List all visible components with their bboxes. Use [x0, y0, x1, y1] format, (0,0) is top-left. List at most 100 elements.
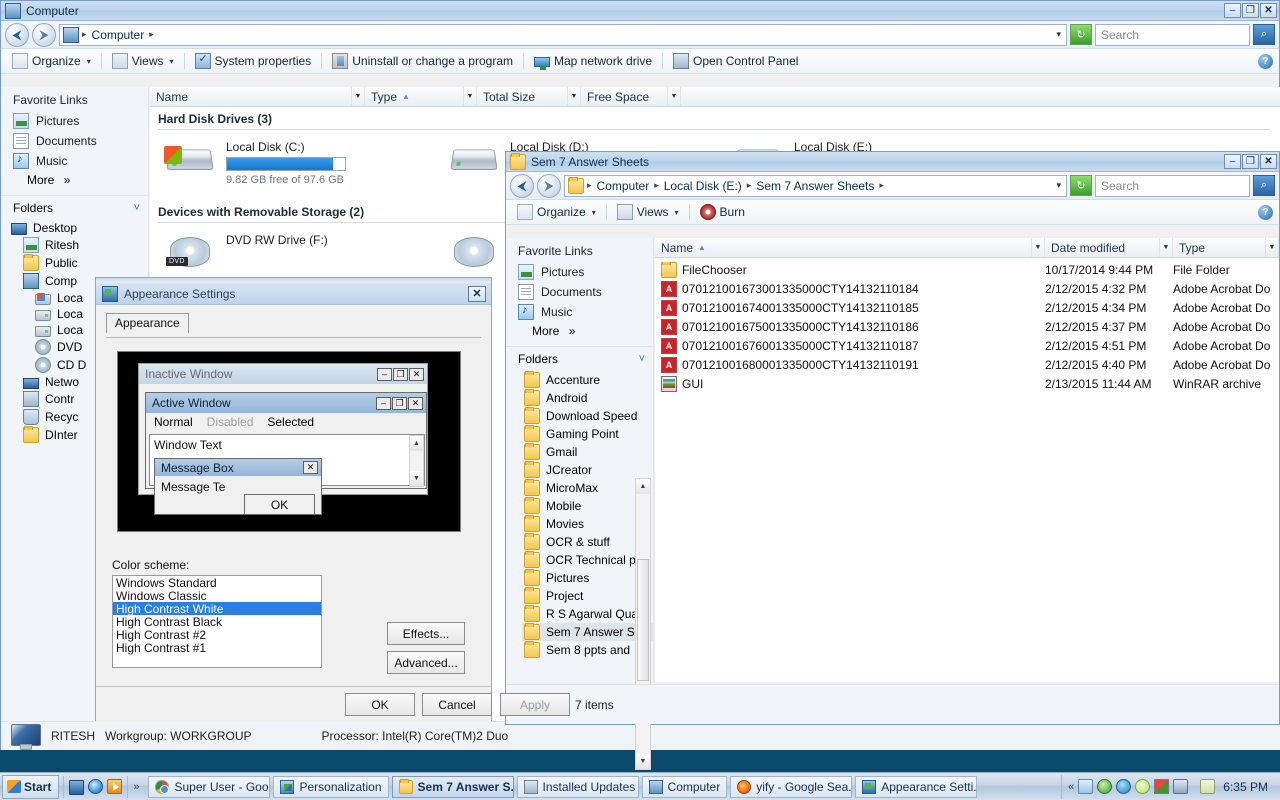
tray-icon-3[interactable] [1116, 779, 1132, 794]
uninstall-program-button[interactable]: Uninstall or change a program [327, 51, 518, 71]
sem7-navigation-pane[interactable]: Favorite Links Pictures Documents Music … [506, 238, 654, 770]
organize-button[interactable]: Organize ▾ [512, 202, 601, 222]
tree-item-accenture[interactable]: Accenture [522, 371, 653, 389]
show-desktop-icon[interactable] [69, 779, 85, 795]
appearance-settings-dialog[interactable]: Appearance Settings ✕ Appearance Inactiv… [95, 277, 570, 722]
table-row[interactable]: 070121001673001335000CTY14132110184 2/12/… [655, 279, 1279, 298]
favorite-link-music[interactable]: Music [1, 151, 148, 171]
effects-button[interactable]: Effects... [387, 622, 465, 645]
column-dropdown-icon[interactable]: ▼ [1265, 238, 1278, 257]
color-scheme-option[interactable]: High Contrast White [113, 602, 321, 616]
column-header-type[interactable]: Type ▲ ▼ [365, 87, 477, 106]
help-icon[interactable]: ? [1258, 204, 1273, 220]
favorite-link-pictures[interactable]: Pictures [506, 262, 653, 282]
tree-item-android[interactable]: Android [522, 389, 653, 407]
minimize-button[interactable]: – [1224, 154, 1241, 169]
column-dropdown-icon[interactable]: ▼ [463, 87, 476, 106]
breadcrumb-dropdown-icon[interactable]: ▾ [1056, 180, 1063, 191]
views-button[interactable]: Views ▾ [612, 202, 684, 222]
back-button[interactable]: ⮜ [510, 173, 534, 198]
appearance-tabstrip[interactable]: Appearance [96, 313, 491, 333]
tree-item-gmail[interactable]: Gmail [522, 443, 653, 461]
breadcrumb-item-local-disk-e[interactable]: Local Disk (E:) [662, 178, 744, 194]
tray-icon-2[interactable] [1097, 779, 1113, 794]
sem7-explorer-window[interactable]: Sem 7 Answer Sheets – ❐ ✕ ⮜ ⮞ ▸ Computer… [505, 151, 1280, 770]
organize-button[interactable]: Organize ▾ [7, 51, 96, 71]
tree-item-r-s-agarwal-qua[interactable]: R S Agarwal Qua [522, 605, 653, 623]
column-dropdown-icon[interactable]: ▼ [567, 87, 580, 106]
restore-button[interactable]: ❐ [1242, 154, 1259, 169]
breadcrumb-item-computer[interactable]: Computer [595, 178, 652, 194]
favorite-link-documents[interactable]: Documents [506, 282, 653, 302]
taskbar-clock[interactable]: 6:35 PM [1219, 780, 1274, 794]
column-dropdown-icon[interactable]: ▼ [351, 87, 364, 106]
refresh-icon[interactable]: ↻ [1070, 24, 1092, 45]
start-button[interactable]: Start [2, 774, 60, 799]
computer-window-titlebar[interactable]: Computer – ❐ ✕ [1, 1, 1279, 21]
column-header-free-space[interactable]: Free Space ▼ [581, 87, 681, 106]
cancel-button[interactable]: Cancel [422, 693, 492, 716]
color-scheme-option[interactable]: High Contrast #1 [113, 641, 321, 655]
color-scheme-option[interactable]: High Contrast Black [113, 615, 321, 629]
column-dropdown-icon[interactable]: ▼ [1159, 238, 1172, 257]
quick-launch-bar[interactable] [63, 775, 129, 798]
sem7-tree-scrollbar[interactable]: ▲ ▼ [635, 478, 651, 770]
tray-icon-7[interactable] [1200, 779, 1216, 794]
sem7-column-headers[interactable]: Name ▲ ▼ Date modified ▼ Type ▼ [655, 238, 1279, 258]
tree-item-ocr-stuff[interactable]: OCR & stuff [522, 533, 653, 551]
close-button[interactable]: ✕ [1260, 3, 1277, 18]
tree-item-ritesh[interactable]: Ritesh [7, 236, 148, 254]
tree-item-sem-7-answer-sh[interactable]: Sem 7 Answer Sh [522, 623, 653, 641]
drive-tile[interactable]: Local Disk (C:) 9.82 GB free of 97.6 GB [164, 138, 386, 186]
open-control-panel-button[interactable]: Open Control Panel [668, 51, 803, 71]
tray-icon-5[interactable] [1154, 779, 1170, 794]
system-tray[interactable]: « 6:35 PM [1061, 774, 1280, 799]
favorite-link-music[interactable]: Music [506, 302, 653, 322]
advanced-button[interactable]: Advanced... [387, 651, 465, 674]
tree-item-desktop[interactable]: Desktop [7, 220, 148, 236]
tray-icon-4[interactable] [1135, 779, 1151, 794]
back-button[interactable]: ⮜ [5, 22, 29, 47]
computer-toolbar[interactable]: Organize ▾ Views ▾ System properties Uni… [1, 49, 1279, 74]
tree-item-sem-8-ppts-and[interactable]: Sem 8 ppts and [522, 641, 653, 659]
tree-item-movies[interactable]: Movies [522, 515, 653, 533]
breadcrumb-item-computer[interactable]: Computer [90, 27, 147, 43]
tray-icon-6[interactable] [1173, 779, 1189, 794]
taskbar-button-sem-7-answer-s[interactable]: Sem 7 Answer S... [391, 775, 514, 798]
taskbar[interactable]: Start » Super User - Goo... Personalizati… [0, 772, 1280, 800]
views-button[interactable]: Views ▾ [107, 51, 179, 71]
table-row[interactable]: 070121001675001335000CTY14132110186 2/12/… [655, 317, 1279, 336]
sem7-file-list[interactable]: Name ▲ ▼ Date modified ▼ Type ▼ FileChooser 10/… [655, 238, 1279, 682]
tree-item-jcreator[interactable]: JCreator [522, 461, 653, 479]
sem7-window-titlebar[interactable]: Sem 7 Answer Sheets – ❐ ✕ [506, 152, 1279, 172]
close-button[interactable]: ✕ [468, 285, 486, 302]
column-header-name[interactable]: Name ▼ [150, 87, 365, 106]
color-scheme-option[interactable]: High Contrast #2 [113, 628, 321, 642]
color-scheme-option[interactable]: Windows Classic [113, 589, 321, 603]
quick-launch-chevron-icon[interactable]: » [128, 781, 144, 793]
tree-item-download-speed[interactable]: Download Speed [522, 407, 653, 425]
media-player-icon[interactable] [107, 779, 123, 794]
scroll-thumb[interactable] [637, 559, 649, 681]
scroll-down-arrow[interactable]: ▼ [636, 754, 650, 769]
computer-window-controls[interactable]: – ❐ ✕ [1223, 2, 1279, 20]
sem7-toolbar[interactable]: Organize ▾ Views ▾ Burn ? [506, 200, 1279, 225]
scroll-up-arrow[interactable]: ▲ [636, 479, 650, 494]
sem7-window-controls[interactable]: – ❐ ✕ [1223, 153, 1279, 171]
computer-address-row[interactable]: ⮜ ⮞ ▸ Computer ▸ ▾ ↻ Search ⌕ [1, 21, 1279, 49]
sem7-address-row[interactable]: ⮜ ⮞ ▸ Computer ▸ Local Disk (E:) ▸ Sem 7… [506, 172, 1279, 200]
search-icon[interactable]: ⌕ [1253, 175, 1275, 196]
tree-item-pictures[interactable]: Pictures [522, 569, 653, 587]
folders-header[interactable]: Folders ˅ [506, 346, 653, 371]
column-header-name[interactable]: Name ▲ ▼ [655, 238, 1045, 257]
sem7-folder-tree[interactable]: Accenture Android Download Speed Gaming Poi… [506, 371, 653, 687]
table-row[interactable]: 070121001680001335000CTY14132110191 2/12/… [655, 355, 1279, 374]
column-header-total-size[interactable]: Total Size ▼ [477, 87, 581, 106]
tree-item-gaming-point[interactable]: Gaming Point [522, 425, 653, 443]
taskbar-button-computer[interactable]: Computer [641, 775, 728, 798]
tab-appearance[interactable]: Appearance [106, 313, 189, 333]
sem7-file-rows[interactable]: FileChooser 10/17/2014 9:44 PM File Folder… [655, 258, 1279, 393]
restore-button[interactable]: ❐ [1242, 3, 1259, 18]
taskbar-button-personalization[interactable]: Personalization [273, 775, 389, 798]
column-dropdown-icon[interactable]: ▼ [667, 87, 680, 106]
